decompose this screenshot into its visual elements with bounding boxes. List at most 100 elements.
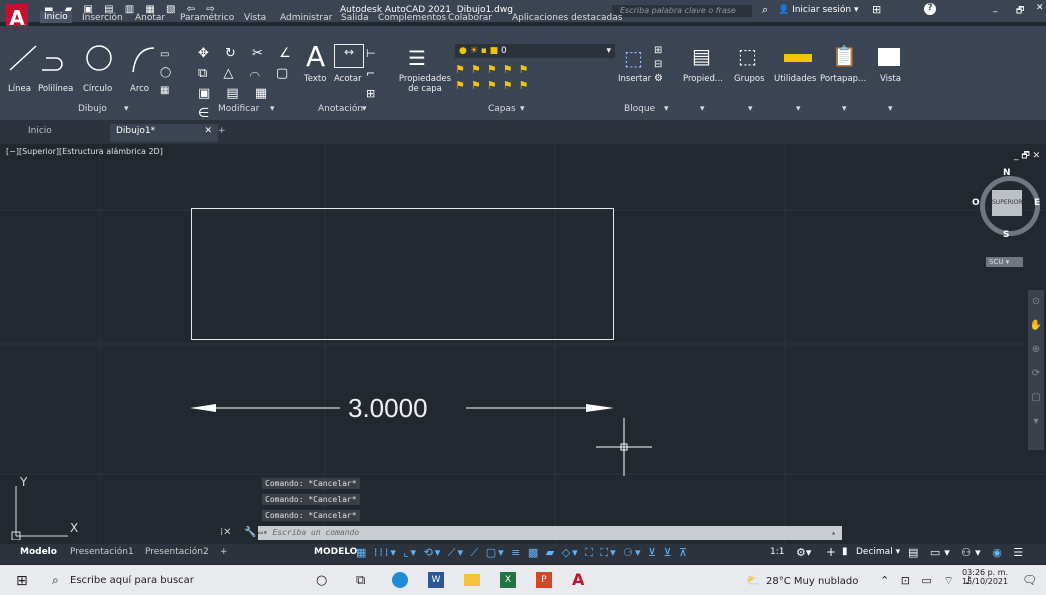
arc-button[interactable]: Arco <box>130 84 149 94</box>
clock[interactable]: 03:26 p. m. 15/10/2021 <box>962 568 1008 586</box>
viewcube-west[interactable]: O <box>972 198 980 208</box>
panel-title-modify[interactable]: Modificar <box>218 104 259 114</box>
viewcube-south[interactable]: S <box>1003 230 1009 240</box>
block-extra-icons[interactable]: ⊞ ⊟ ⚙ <box>654 44 663 86</box>
panel-title-block[interactable]: Bloque <box>624 104 655 114</box>
ucs-dropdown[interactable]: SCU ▾ <box>986 257 1023 267</box>
units-dropdown[interactable]: Decimal ▾ <box>856 547 900 557</box>
layout-tab-2[interactable]: Presentación2 <box>141 546 213 558</box>
file-explorer-icon[interactable] <box>464 574 480 586</box>
command-prompt-icon[interactable]: ▭▾ <box>258 528 268 537</box>
annotation-dropdown-icon[interactable]: ▾ <box>362 104 367 114</box>
drawn-rectangle[interactable] <box>191 208 614 340</box>
viewcube[interactable]: SUPERIOR N S E O <box>972 168 1040 246</box>
utilities-button[interactable]: Utilidades <box>774 74 816 84</box>
layers-dropdown-icon[interactable]: ▾ <box>520 104 525 114</box>
text-button[interactable]: Texto <box>304 74 326 84</box>
close-tab-icon[interactable]: ✕ <box>204 126 212 136</box>
new-layout-icon[interactable]: + <box>216 546 232 558</box>
tab-insercion[interactable]: Inserción <box>82 13 123 23</box>
taskbar-search-input[interactable]: Escribe aquí para buscar <box>70 575 194 586</box>
panel-title-annotation[interactable]: Anotación <box>318 104 363 114</box>
tab-colaborar[interactable]: Colaborar <box>448 13 492 23</box>
view-dropdown-icon[interactable]: ▾ <box>888 104 893 114</box>
powerpoint-icon[interactable]: P <box>536 572 552 588</box>
weather-status[interactable]: 28°C Muy nublado <box>766 576 858 587</box>
circle-button[interactable]: Círculo <box>83 84 112 94</box>
viewcube-top-face[interactable]: SUPERIOR <box>992 190 1022 216</box>
tab-anotar[interactable]: Anotar <box>135 13 165 23</box>
properties-button[interactable]: Propied... <box>683 74 723 84</box>
tab-parametrico[interactable]: Paramétrico <box>180 13 234 23</box>
doc-tab-drawing1[interactable]: Dibujo1* ✕ <box>110 124 218 142</box>
insert-button[interactable]: Insertar <box>618 74 651 84</box>
clipboard-icon[interactable]: 📋 <box>832 44 857 70</box>
view-icon[interactable] <box>878 48 900 66</box>
tab-vista[interactable]: Vista <box>244 13 266 23</box>
cortana-icon[interactable]: ○ <box>316 573 327 588</box>
plus-icon[interactable]: + <box>826 545 836 559</box>
groups-button[interactable]: Grupos <box>734 74 765 84</box>
units-icon[interactable]: ▮ <box>842 546 848 557</box>
doc-tab-start[interactable]: Inicio <box>22 124 58 142</box>
dimension-icon[interactable]: ↔ <box>334 44 364 68</box>
model-space-button[interactable]: MODELO <box>314 547 357 557</box>
properties-dropdown-icon[interactable]: ▾ <box>700 104 705 114</box>
navigation-bar[interactable]: ⊙ ✋ ⊕ ⟳ ▢ ▾ <box>1028 290 1044 450</box>
dimension-text[interactable]: 3.0000 <box>348 393 428 424</box>
command-close-icon[interactable]: ⁞✕ <box>220 527 232 538</box>
block-dropdown-icon[interactable]: ▾ <box>664 104 669 114</box>
status-toggle-icons[interactable]: ▦ ⁞⁞⁞▾ ⌞▾ ⟲▾ ⟋▾ ⟋ ▢▾ ≡ ▩ ▰ ◇▾ ⛶ ⛶▾ ⚆▾ ⊻ … <box>356 546 766 560</box>
command-history-toggle-icon[interactable]: ▴ <box>831 526 836 540</box>
tab-inicio[interactable]: Inicio <box>40 11 72 23</box>
panel-title-draw[interactable]: Dibujo <box>78 104 107 114</box>
properties-icon[interactable]: ▤ <box>692 44 716 70</box>
weather-icon[interactable]: ⛅ <box>746 574 760 587</box>
notifications-icon[interactable]: 🗨 <box>1022 573 1037 587</box>
layer-tools-icons[interactable]: ⚑⚑⚑⚑⚑ ⚑⚑⚑⚑⚑ <box>455 62 534 94</box>
utilities-icon[interactable] <box>784 54 812 62</box>
word-icon[interactable]: W <box>428 572 444 588</box>
groups-dropdown-icon[interactable]: ▾ <box>748 104 753 114</box>
view-button[interactable]: Vista <box>880 74 901 84</box>
layout-tab-model[interactable]: Modelo <box>16 546 61 558</box>
edge-icon[interactable] <box>392 572 408 588</box>
excel-icon[interactable]: X <box>500 572 516 588</box>
new-tab-icon[interactable]: + <box>212 124 232 142</box>
annotation-extra-icons[interactable]: ⊢ ⌐ ⊞ <box>366 44 376 104</box>
task-view-icon[interactable]: ⧉ <box>356 573 365 588</box>
viewport-controls-label[interactable]: [−][Superior][Estructura alámbrica 2D] <box>6 147 163 156</box>
layer-dropdown[interactable]: ● ☀ ▪ ■ 0 ▾ <box>455 44 615 58</box>
status-tail-icons[interactable]: ▤ ▭▾ ⚇▾ ◉ ☰ <box>908 546 1027 559</box>
viewcube-north[interactable]: N <box>1003 168 1011 178</box>
autocad-taskbar-icon[interactable]: A <box>572 570 584 589</box>
clipboard-button[interactable]: Portapap... <box>820 74 866 84</box>
tab-complementos[interactable]: Complementos <box>378 13 446 23</box>
dimension-button[interactable]: Acotar <box>334 74 362 84</box>
utilities-dropdown-icon[interactable]: ▾ <box>796 104 801 114</box>
draw-extra-icons[interactable]: ▭ ◯ ▦ <box>160 46 184 100</box>
polyline-button[interactable]: Polilínea <box>38 84 73 94</box>
panel-title-layers[interactable]: Capas <box>488 104 516 114</box>
layer-properties-icon[interactable]: ☰ <box>408 46 434 70</box>
viewcube-east[interactable]: E <box>1034 198 1040 208</box>
draw-tools-icons[interactable] <box>8 40 158 80</box>
groups-icon[interactable]: ⬚ <box>738 44 762 70</box>
draw-dropdown-icon[interactable]: ▾ <box>124 104 129 114</box>
windows-start-icon[interactable]: ⊞ <box>16 573 28 589</box>
tab-salida[interactable]: Salida <box>341 13 368 23</box>
insert-block-icon[interactable]: ⬚ <box>624 46 654 70</box>
annotation-scale[interactable]: 1:1 <box>770 547 784 557</box>
command-customize-icon[interactable]: 🔧 <box>244 527 256 538</box>
text-icon[interactable]: A <box>306 40 325 73</box>
taskbar-search-icon[interactable]: ⌕ <box>52 573 59 588</box>
command-input[interactable]: ▭▾ Escriba un comando ▴ <box>258 526 842 540</box>
settings-icon[interactable]: ⚙▾ <box>796 546 811 559</box>
layer-properties-button[interactable]: Propiedades de capa <box>398 74 452 94</box>
line-button[interactable]: Línea <box>8 84 31 94</box>
tab-administrar[interactable]: Administrar <box>280 13 332 23</box>
modify-dropdown-icon[interactable]: ▾ <box>270 104 275 114</box>
clipboard-dropdown-icon[interactable]: ▾ <box>842 104 847 114</box>
tab-aplicaciones[interactable]: Aplicaciones destacadas <box>512 13 622 23</box>
viewport-window-controls[interactable]: _ 🗗 ✕ <box>1014 148 1040 164</box>
